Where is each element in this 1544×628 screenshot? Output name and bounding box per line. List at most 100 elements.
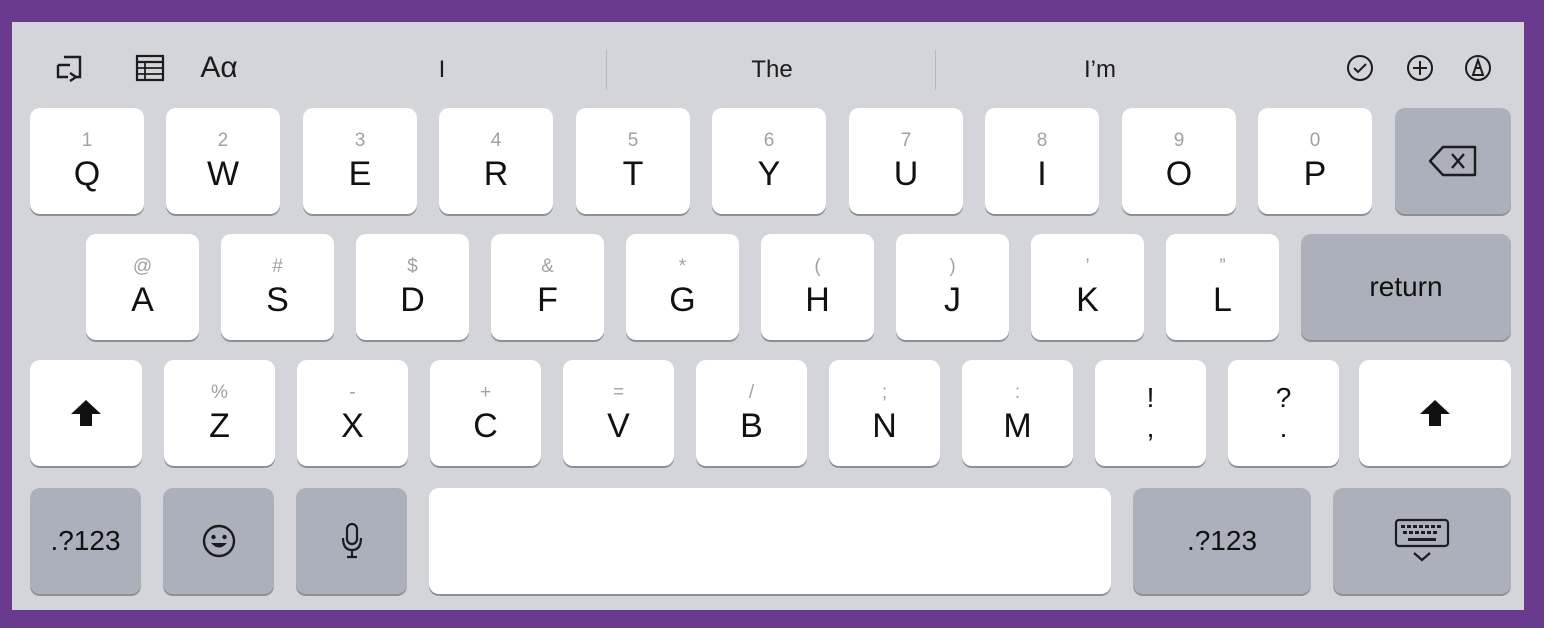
key-a[interactable]: @ A [86,234,199,340]
key-t[interactable]: 5 T [576,108,690,214]
key-c[interactable]: + C [430,360,541,466]
key-secondary: : [1014,382,1021,403]
table-icon[interactable] [132,50,168,86]
numbers-label: .?123 [50,525,121,556]
key-secondary: ” [1219,256,1226,277]
numbers-label: .?123 [1186,525,1258,556]
key-primary: G [669,281,696,319]
key-primary: P [1303,155,1327,193]
markup-pen-icon[interactable] [1460,50,1496,86]
key-primary: N [872,407,897,445]
key-secondary: ) [949,256,956,277]
key-secondary: # [272,256,283,277]
key-w[interactable]: 2 W [166,108,280,214]
key-secondary: = [612,382,625,403]
key-secondary: * [678,256,687,277]
key-primary: Q [73,155,101,193]
text-format-label: Aα [200,51,238,84]
key-h[interactable]: ( H [761,234,874,340]
key-j[interactable]: ) J [896,234,1009,340]
key-primary: C [473,407,498,445]
key-secondary: + [479,382,492,403]
key-n[interactable]: ; N [829,360,940,466]
key-x[interactable]: - X [297,360,408,466]
key-secondary: % [211,382,228,403]
key-secondary: 4 [490,130,502,151]
key-top-char: ? [1275,382,1292,413]
key-primary: R [483,155,509,193]
key-y[interactable]: 6 Y [712,108,826,214]
key-primary: K [1076,281,1099,319]
key-secondary: 1 [81,130,93,151]
suggestion-divider [606,50,607,90]
key-k[interactable]: ’ K [1031,234,1144,340]
key-secondary: 8 [1036,130,1048,151]
undo-icon[interactable] [50,50,90,86]
key-secondary: & [541,256,554,277]
key-b[interactable]: / B [696,360,807,466]
key-secondary: ’ [1085,256,1090,277]
key-primary: Y [757,155,781,193]
key-o[interactable]: 9 O [1122,108,1236,214]
key-bottom-char: , [1146,412,1155,443]
key-secondary: 5 [627,130,639,151]
key-r[interactable]: 4 R [439,108,553,214]
key-bottom-char: . [1279,412,1288,443]
checkmark-circle-icon[interactable] [1342,50,1378,86]
key-primary: A [131,281,154,319]
key-primary: J [944,281,961,319]
key-g[interactable]: * G [626,234,739,340]
key-secondary: ; [881,382,888,403]
key-primary: T [622,155,644,193]
key-primary: S [266,281,289,319]
key-m[interactable]: : M [962,360,1073,466]
shift-right-button[interactable] [1359,360,1511,466]
key-primary: X [341,407,364,445]
key-secondary: 3 [354,130,366,151]
return-button[interactable]: return [1301,234,1511,340]
key-v[interactable]: = V [563,360,674,466]
key-primary: O [1165,155,1193,193]
key-secondary: 9 [1173,130,1185,151]
shortcut-bar: Aα I The I’m [12,22,1524,110]
suggestion-3[interactable]: I’m [1000,52,1200,88]
key-primary: F [537,281,558,319]
key-z[interactable]: % Z [164,360,275,466]
delete-button[interactable] [1395,108,1511,214]
purple-frame: Aα I The I’m 1 Q 2 W 3 E 4 R 5 T 6 Y 7 U… [0,0,1544,628]
shift-arrow-icon [1418,398,1452,428]
suggestion-2[interactable]: The [672,52,872,88]
key-secondary: 0 [1309,130,1321,151]
numbers-right-button[interactable]: .?123 [1133,488,1311,594]
key-secondary: 6 [763,130,775,151]
key-i[interactable]: 8 I [985,108,1099,214]
space-bar[interactable] [429,488,1111,594]
key-exclamation-comma[interactable]: ! , [1095,360,1206,466]
emoji-smiley-icon [201,523,237,559]
suggestion-1[interactable]: I [342,52,542,88]
key-dual-label: ? . [1276,383,1292,443]
key-dual-label: ! , [1147,383,1155,443]
key-p[interactable]: 0 P [1258,108,1372,214]
key-d[interactable]: $ D [356,234,469,340]
key-question-period[interactable]: ? . [1228,360,1339,466]
text-format-button[interactable]: Aα [194,50,244,86]
keyboard-dismiss-icon [1394,518,1450,564]
suggestion-divider [935,50,936,90]
key-primary: H [805,281,830,319]
key-e[interactable]: 3 E [303,108,417,214]
key-primary: W [206,155,240,193]
dictation-button[interactable] [296,488,407,594]
shift-left-button[interactable] [30,360,142,466]
emoji-button[interactable] [163,488,274,594]
key-u[interactable]: 7 U [849,108,963,214]
key-s[interactable]: # S [221,234,334,340]
key-l[interactable]: ” L [1166,234,1279,340]
numbers-left-button[interactable]: .?123 [30,488,141,594]
key-secondary: @ [132,256,153,277]
plus-circle-icon[interactable] [1402,50,1438,86]
key-secondary: / [748,382,755,403]
key-q[interactable]: 1 Q [30,108,144,214]
keyboard-dismiss-button[interactable] [1333,488,1511,594]
key-f[interactable]: & F [491,234,604,340]
